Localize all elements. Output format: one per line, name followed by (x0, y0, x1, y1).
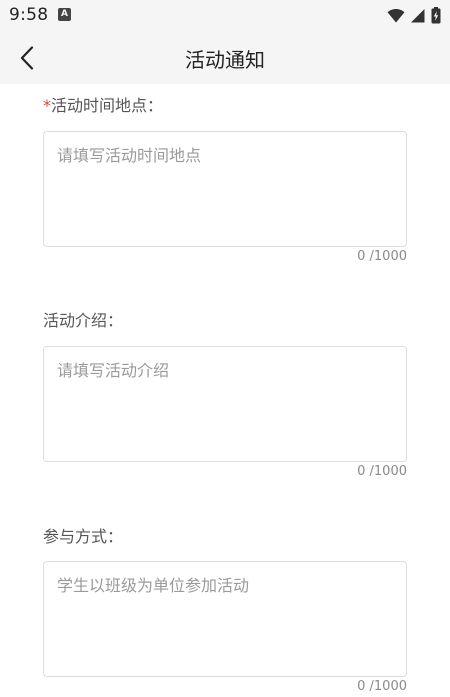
status-bar: 9:58 A (0, 0, 450, 32)
field-label-introduction: 活动介绍： (43, 311, 124, 330)
participation-char-counter: 0 /1000 (357, 679, 407, 694)
required-mark: * (43, 96, 51, 115)
wifi-icon (387, 8, 405, 22)
field-label-participation: 参与方式： (43, 527, 124, 546)
signal-icon (411, 8, 425, 22)
app-bar: 活动通知 (0, 32, 450, 84)
field-label-text: 活动时间地点： (51, 96, 164, 115)
field-label-time-place: *活动时间地点： (43, 92, 163, 116)
status-time: 9:58 (9, 5, 49, 25)
participation-input[interactable] (43, 561, 407, 677)
page-title: 活动通知 (185, 48, 265, 72)
introduction-input[interactable] (43, 346, 407, 462)
time-place-char-counter: 0 /1000 (357, 249, 407, 264)
app-notification-icon: A (58, 8, 71, 21)
introduction-char-counter: 0 /1000 (357, 464, 407, 479)
battery-charging-icon (431, 6, 441, 23)
time-place-input[interactable] (43, 131, 407, 247)
status-icons (387, 6, 441, 24)
form-content: *活动时间地点： 0 /1000 活动介绍： 0 /1000 参与方式： 0 /… (0, 84, 450, 697)
